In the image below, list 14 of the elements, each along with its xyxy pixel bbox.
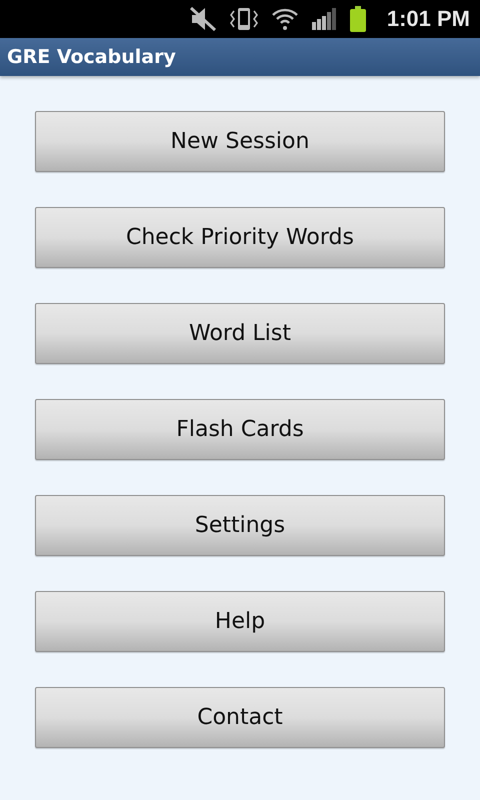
wifi-icon xyxy=(270,7,299,31)
vibrate-icon xyxy=(228,6,259,32)
status-time: 1:01 PM xyxy=(386,6,470,32)
menu-button[interactable]: Flash Cards xyxy=(35,399,445,460)
menu-button[interactable]: Contact xyxy=(35,687,445,748)
battery-icon xyxy=(348,6,367,32)
menu-button[interactable]: Word List xyxy=(35,303,445,364)
menu-button[interactable]: Check Priority Words xyxy=(35,207,445,268)
menu-button[interactable]: New Session xyxy=(35,111,445,172)
menu-button[interactable]: Help xyxy=(35,591,445,652)
signal-icon xyxy=(310,8,337,30)
mute-icon xyxy=(188,6,217,32)
menu-button[interactable]: Settings xyxy=(35,495,445,556)
app-title: GRE Vocabulary xyxy=(7,46,176,68)
